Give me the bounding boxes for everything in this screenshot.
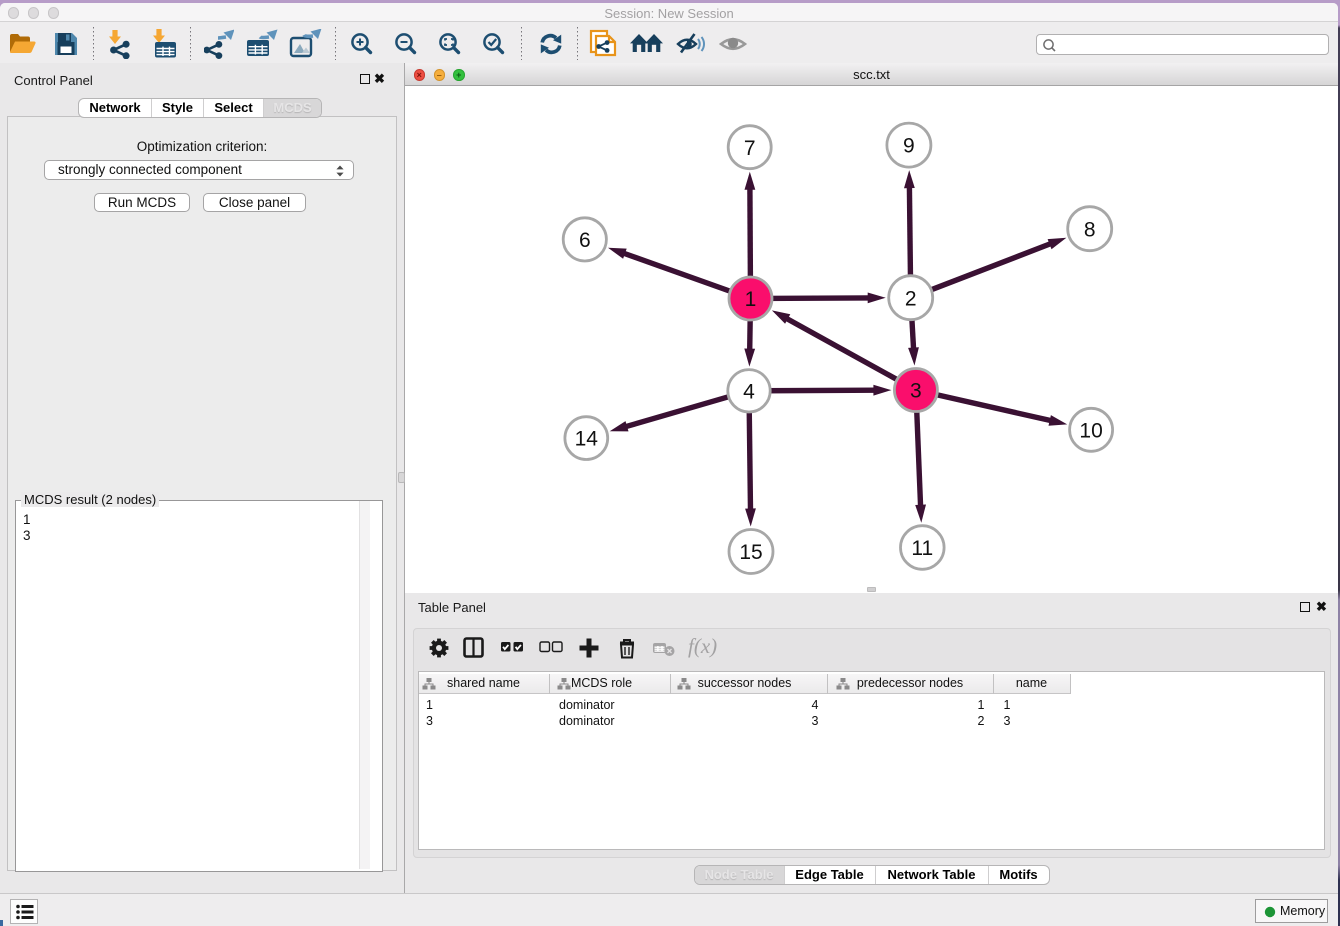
svg-text:10: 10 [1079, 419, 1102, 442]
svg-text:6: 6 [579, 229, 591, 252]
svg-text:1: 1 [745, 288, 757, 311]
svg-text:11: 11 [911, 537, 933, 560]
svg-text:8: 8 [1084, 218, 1096, 241]
svg-text:9: 9 [903, 135, 915, 158]
svg-text:15: 15 [739, 541, 762, 564]
svg-text:4: 4 [743, 380, 755, 403]
svg-text:14: 14 [575, 428, 599, 451]
svg-text:2: 2 [905, 287, 917, 310]
svg-text:3: 3 [910, 380, 922, 403]
svg-text:7: 7 [744, 137, 756, 160]
